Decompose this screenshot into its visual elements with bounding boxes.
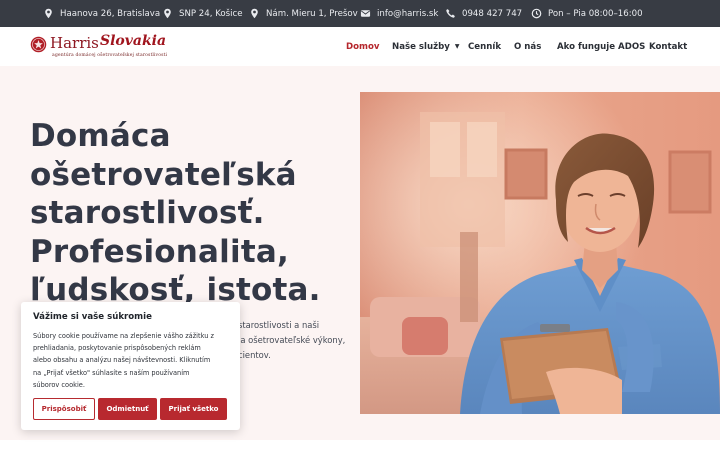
logo-tagline: agentúra domácej ošetrovateľskej starost…: [52, 53, 168, 58]
nav-label: Domov: [346, 41, 380, 52]
location-pin-icon: [43, 8, 54, 19]
nav-item-about[interactable]: O nás: [514, 27, 541, 66]
address-text: SNP 24, Košice: [179, 8, 243, 19]
address-bratislava: Haanova 26, Bratislava: [43, 0, 160, 27]
logo-word-slovakia: Slovakia: [100, 33, 167, 49]
cookie-accept-all-button[interactable]: Prijať všetko: [160, 398, 227, 420]
cookie-body-line: na „Prijať všetko" súhlasíte s naším pou…: [33, 368, 190, 377]
site-header: Harris Slovakia agentúra domácej ošetrov…: [0, 27, 720, 66]
cookie-customize-button[interactable]: Prispôsobiť: [33, 398, 95, 420]
logo-emblem-icon: [30, 36, 47, 53]
nav-item-home[interactable]: Domov: [346, 27, 380, 66]
envelope-icon: [360, 8, 371, 19]
cookie-consent-banner: Vážime si vaše súkromie Súbory cookie po…: [21, 302, 240, 430]
nav-item-ados[interactable]: Ako funguje ADOS: [557, 27, 645, 66]
address-text: Nám. Mieru 1, Prešov: [266, 8, 358, 19]
nav-label: O nás: [514, 41, 542, 52]
email-text[interactable]: info@harris.sk: [377, 9, 438, 19]
nav-item-contact[interactable]: Kontakt: [649, 27, 687, 66]
site-logo[interactable]: Harris Slovakia agentúra domácej ošetrov…: [30, 33, 180, 62]
hours-text: Pon – Pia 08:00–16:00: [548, 8, 643, 19]
phone-link[interactable]: 0948 427 747: [445, 0, 522, 27]
top-info-bar: Haanova 26, Bratislava SNP 24, Košice Ná…: [0, 0, 720, 27]
nav-label: Kontakt: [649, 41, 688, 52]
location-pin-icon: [249, 8, 260, 19]
address-kosice: SNP 24, Košice: [162, 0, 243, 27]
cookie-body-line: súborov cookie.: [33, 380, 85, 389]
hero-photo-nurse: [360, 92, 720, 414]
hero-title-line: Profesionalita,: [30, 233, 289, 270]
nav-item-services[interactable]: Naše služby ▼: [392, 27, 460, 66]
nav-label: Cenník: [468, 41, 502, 52]
phone-icon: [445, 8, 456, 19]
address-presov: Nám. Mieru 1, Prešov: [249, 0, 358, 27]
cookie-body: Súbory cookie používame na zlepšenie váš…: [33, 330, 233, 391]
hero-text-line: ia ošetrovateľské výkony,: [238, 334, 346, 345]
nav-item-pricing[interactable]: Cenník: [468, 27, 501, 66]
nav-label: Ako funguje ADOS: [557, 41, 646, 52]
hero-description: starostlivosti a naši ia ošetrovateľské …: [238, 318, 358, 362]
hero-title-line: Domáca: [30, 118, 171, 154]
cookie-body-line: Súbory cookie používame na zlepšenie váš…: [33, 332, 214, 340]
cookie-body-line: prehliadania, poskytovanie prispôsobenýc…: [33, 344, 201, 353]
phone-text[interactable]: 0948 427 747: [462, 9, 522, 19]
caret-down-icon: ▼: [454, 43, 460, 50]
address-text: Haanova 26, Bratislava: [60, 8, 161, 19]
hero-text-line: cientov.: [238, 349, 271, 360]
location-pin-icon: [162, 8, 173, 19]
hero-text-line: starostlivosti a naši: [238, 320, 320, 330]
hero-title: Domáca ošetrovateľská starostlivosť. Pro…: [30, 117, 360, 310]
nav-label: Naše služby: [392, 41, 450, 52]
cookie-title: Vážime si vaše súkromie: [33, 312, 152, 322]
email-link[interactable]: info@harris.sk: [360, 0, 438, 27]
hero-title-line: starostlivosť.: [30, 195, 265, 231]
opening-hours: Pon – Pia 08:00–16:00: [531, 0, 643, 27]
clock-icon: [531, 8, 542, 19]
hero-title-line: ošetrovateľská: [30, 156, 297, 193]
logo-word-harris: Harris: [50, 34, 99, 52]
nurse-image: [360, 92, 720, 414]
cookie-body-line: alebo obsahu a analýzu našej návštevnost…: [33, 356, 211, 365]
cookie-reject-button[interactable]: Odmietnuť: [98, 398, 157, 420]
